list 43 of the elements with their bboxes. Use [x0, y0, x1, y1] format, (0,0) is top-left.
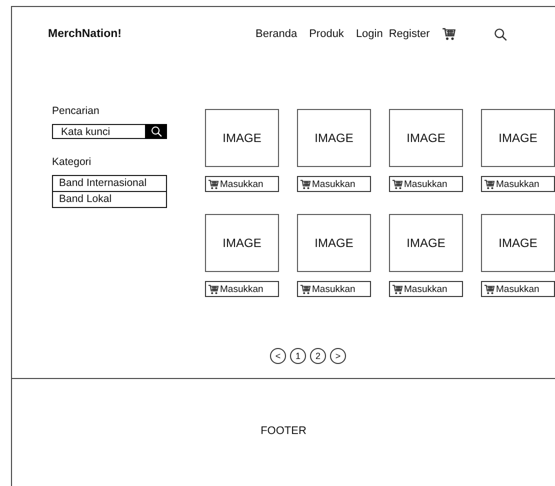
cart-icon — [484, 284, 495, 294]
footer-text: FOOTER — [260, 424, 308, 437]
cart-icon — [300, 178, 311, 190]
section-label: Kategori — [52, 156, 92, 168]
add-to-cart-button[interactable]: Masukkan — [297, 176, 371, 192]
section-label: Pencarian — [52, 105, 100, 117]
add-to-cart-button[interactable]: Masukkan — [481, 176, 555, 192]
nav-link[interactable]: Produk — [309, 28, 344, 40]
search-button[interactable] — [145, 124, 167, 139]
image-label: IMAGE — [222, 131, 262, 145]
nav-link[interactable]: Register — [388, 28, 430, 40]
image-label: IMAGE — [222, 236, 262, 250]
nav-link[interactable]: Login — [356, 28, 383, 40]
cart-icon — [392, 284, 403, 294]
cart-icon — [208, 284, 219, 294]
nav-link[interactable]: Beranda — [255, 28, 298, 40]
cart-icon[interactable] — [442, 27, 456, 41]
image-label: IMAGE — [498, 131, 538, 145]
image-label: IMAGE — [406, 236, 446, 250]
page-button[interactable]: < — [270, 348, 286, 364]
image-label: IMAGE — [406, 131, 446, 145]
category-item[interactable]: Band Internasional — [53, 176, 166, 191]
category-item[interactable]: Band Lokal — [53, 191, 166, 207]
cart-icon — [392, 178, 403, 190]
page-button[interactable]: > — [330, 348, 346, 364]
brand-logo[interactable]: MerchNation! — [48, 28, 122, 40]
add-to-cart-button[interactable]: Masukkan — [297, 281, 371, 297]
image-label: IMAGE — [314, 236, 354, 250]
page-button[interactable]: 1 — [290, 348, 306, 364]
image-label: IMAGE — [314, 131, 354, 145]
image-label: IMAGE — [498, 236, 538, 250]
page-button[interactable]: 2 — [310, 348, 326, 364]
cart-icon — [484, 178, 495, 190]
add-to-cart-button[interactable]: Masukkan — [205, 176, 279, 192]
add-to-cart-button[interactable]: Masukkan — [389, 176, 463, 192]
search-field[interactable]: Kata kunci — [52, 124, 145, 139]
search-icon[interactable] — [494, 28, 507, 40]
add-to-cart-button[interactable]: Masukkan — [205, 281, 279, 297]
add-to-cart-button[interactable]: Masukkan — [481, 281, 555, 297]
cart-icon — [300, 284, 311, 294]
search-icon — [150, 126, 162, 137]
cart-icon — [208, 178, 219, 190]
add-to-cart-button[interactable]: Masukkan — [389, 281, 463, 297]
